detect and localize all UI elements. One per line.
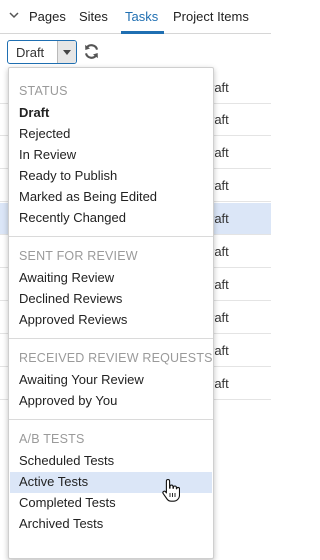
menu-item-completed-tests[interactable]: Completed Tests	[10, 493, 212, 514]
menu-item-declined-reviews[interactable]: Declined Reviews	[10, 289, 212, 310]
menu-section-header: RECEIVED REVIEW REQUESTS	[19, 351, 213, 365]
menu-divider	[9, 419, 213, 420]
menu-item-label: Active Tests	[19, 474, 89, 489]
menu-item-archived-tests[interactable]: Archived Tests	[10, 514, 212, 535]
menu-item-label: Draft	[19, 105, 50, 120]
menu-item-label: Awaiting Review	[19, 270, 115, 285]
menu-divider	[9, 236, 213, 237]
menu-item-label: In Review	[19, 147, 77, 162]
menu-item-label: Completed Tests	[19, 495, 116, 510]
menu-item-label: Recently Changed	[19, 210, 126, 225]
menu-item-label: Approved by You	[19, 393, 118, 408]
refresh-icon[interactable]	[83, 43, 100, 60]
menu-section-header: SENT FOR REVIEW	[19, 249, 138, 263]
menu-item-marked-as-being-edited[interactable]: Marked as Being Edited	[10, 187, 212, 208]
chevron-down-icon[interactable]	[8, 9, 20, 21]
menu-item-approved-reviews[interactable]: Approved Reviews	[10, 310, 212, 331]
tab-bar: Pages Sites Tasks Project Items	[0, 0, 271, 34]
menu-item-ready-to-publish[interactable]: Ready to Publish	[10, 166, 212, 187]
dropdown-toggle-button[interactable]	[57, 41, 76, 63]
task-filter-dropdown[interactable]: Draft	[7, 40, 77, 64]
tab-project-items[interactable]: Project Items	[173, 9, 249, 25]
menu-item-rejected[interactable]: Rejected	[10, 124, 212, 145]
menu-item-label: Marked as Being Edited	[19, 189, 158, 204]
tab-sites[interactable]: Sites	[79, 9, 108, 25]
tab-pages[interactable]: Pages	[29, 9, 66, 25]
menu-item-recently-changed[interactable]: Recently Changed	[10, 208, 212, 229]
menu-item-scheduled-tests[interactable]: Scheduled Tests	[10, 451, 212, 472]
menu-item-label: Rejected	[19, 126, 71, 141]
menu-item-approved-by-you[interactable]: Approved by You	[10, 391, 212, 412]
menu-item-label: Ready to Publish	[19, 168, 118, 183]
menu-item-awaiting-your-review[interactable]: Awaiting Your Review	[10, 370, 212, 391]
menu-item-active-tests[interactable]: Active Tests	[10, 472, 212, 493]
active-tab-indicator	[121, 31, 164, 34]
menu-item-label: Archived Tests	[19, 516, 104, 531]
menu-item-label: Declined Reviews	[19, 291, 123, 306]
tasks-panel: Pages Sites Tasks Project Items Draft ra…	[0, 0, 271, 560]
menu-section-header: STATUS	[19, 84, 68, 98]
menu-item-in-review[interactable]: In Review	[10, 145, 212, 166]
tab-tasks[interactable]: Tasks	[125, 9, 158, 25]
menu-item-label: Scheduled Tests	[19, 453, 115, 468]
menu-item-label: Approved Reviews	[19, 312, 128, 327]
caret-down-icon	[63, 50, 71, 55]
menu-item-label: Awaiting Your Review	[19, 372, 144, 387]
menu-item-draft[interactable]: Draft	[10, 103, 212, 124]
task-filter-menu: STATUS Draft Rejected In Review Ready to…	[8, 67, 214, 559]
menu-item-awaiting-review[interactable]: Awaiting Review	[10, 268, 212, 289]
task-filter-value: Draft	[16, 45, 45, 60]
menu-divider	[9, 338, 213, 339]
menu-section-header: A/B TESTS	[19, 432, 85, 446]
